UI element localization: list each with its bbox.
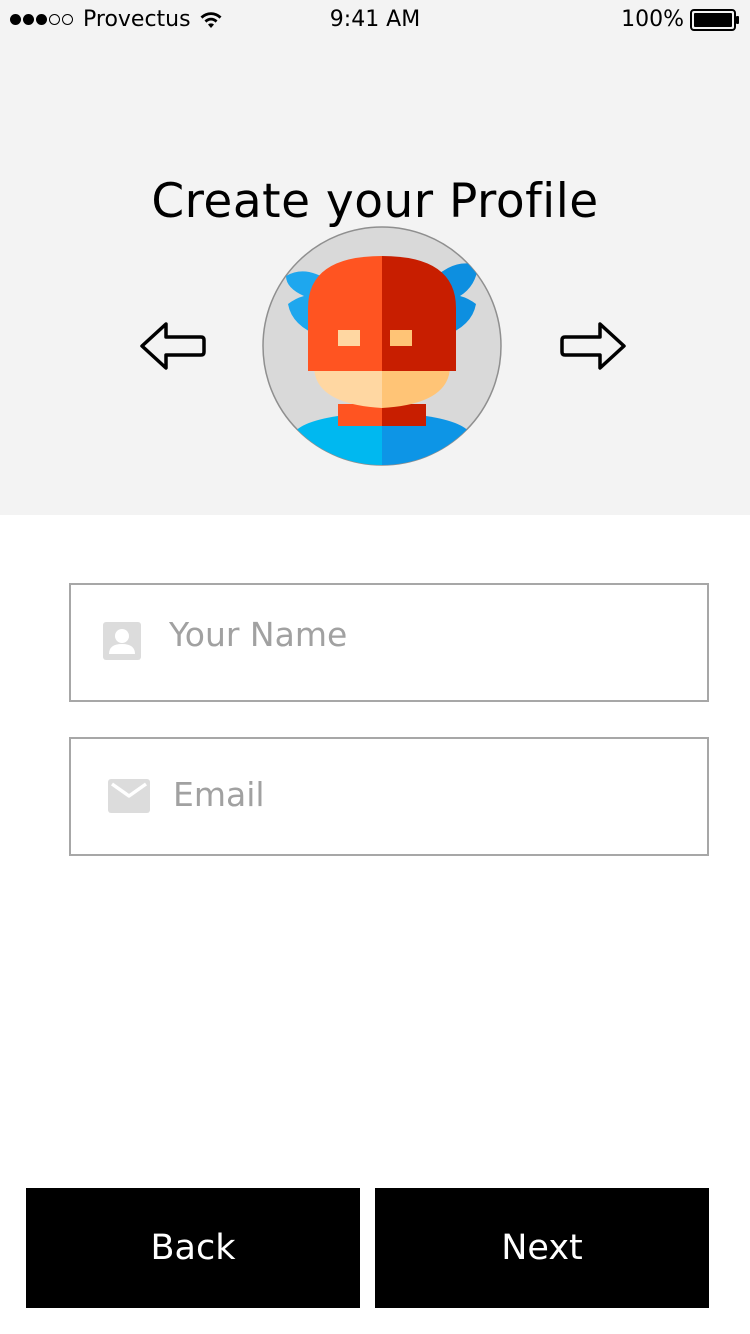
next-avatar-button[interactable] (558, 318, 628, 374)
status-right: 100% (621, 7, 740, 32)
name-input[interactable] (169, 577, 639, 692)
avatar (262, 226, 502, 466)
email-field[interactable] (69, 737, 709, 856)
arrow-right-icon (560, 322, 626, 370)
previous-avatar-button[interactable] (138, 318, 208, 374)
name-field[interactable] (69, 577, 709, 702)
mail-icon (108, 779, 150, 813)
back-button[interactable]: Back (26, 1188, 360, 1308)
arrow-left-icon (140, 322, 206, 370)
status-bar: Provectus 9:41 AM 100% (0, 0, 750, 40)
page-title: Create your Profile (151, 174, 599, 230)
email-input[interactable] (173, 737, 643, 852)
battery-icon (690, 8, 739, 31)
superhero-avatar-icon (262, 226, 502, 466)
next-button[interactable]: Next (375, 1188, 709, 1308)
battery-percent: 100% (621, 7, 684, 32)
contact-icon (103, 622, 141, 660)
